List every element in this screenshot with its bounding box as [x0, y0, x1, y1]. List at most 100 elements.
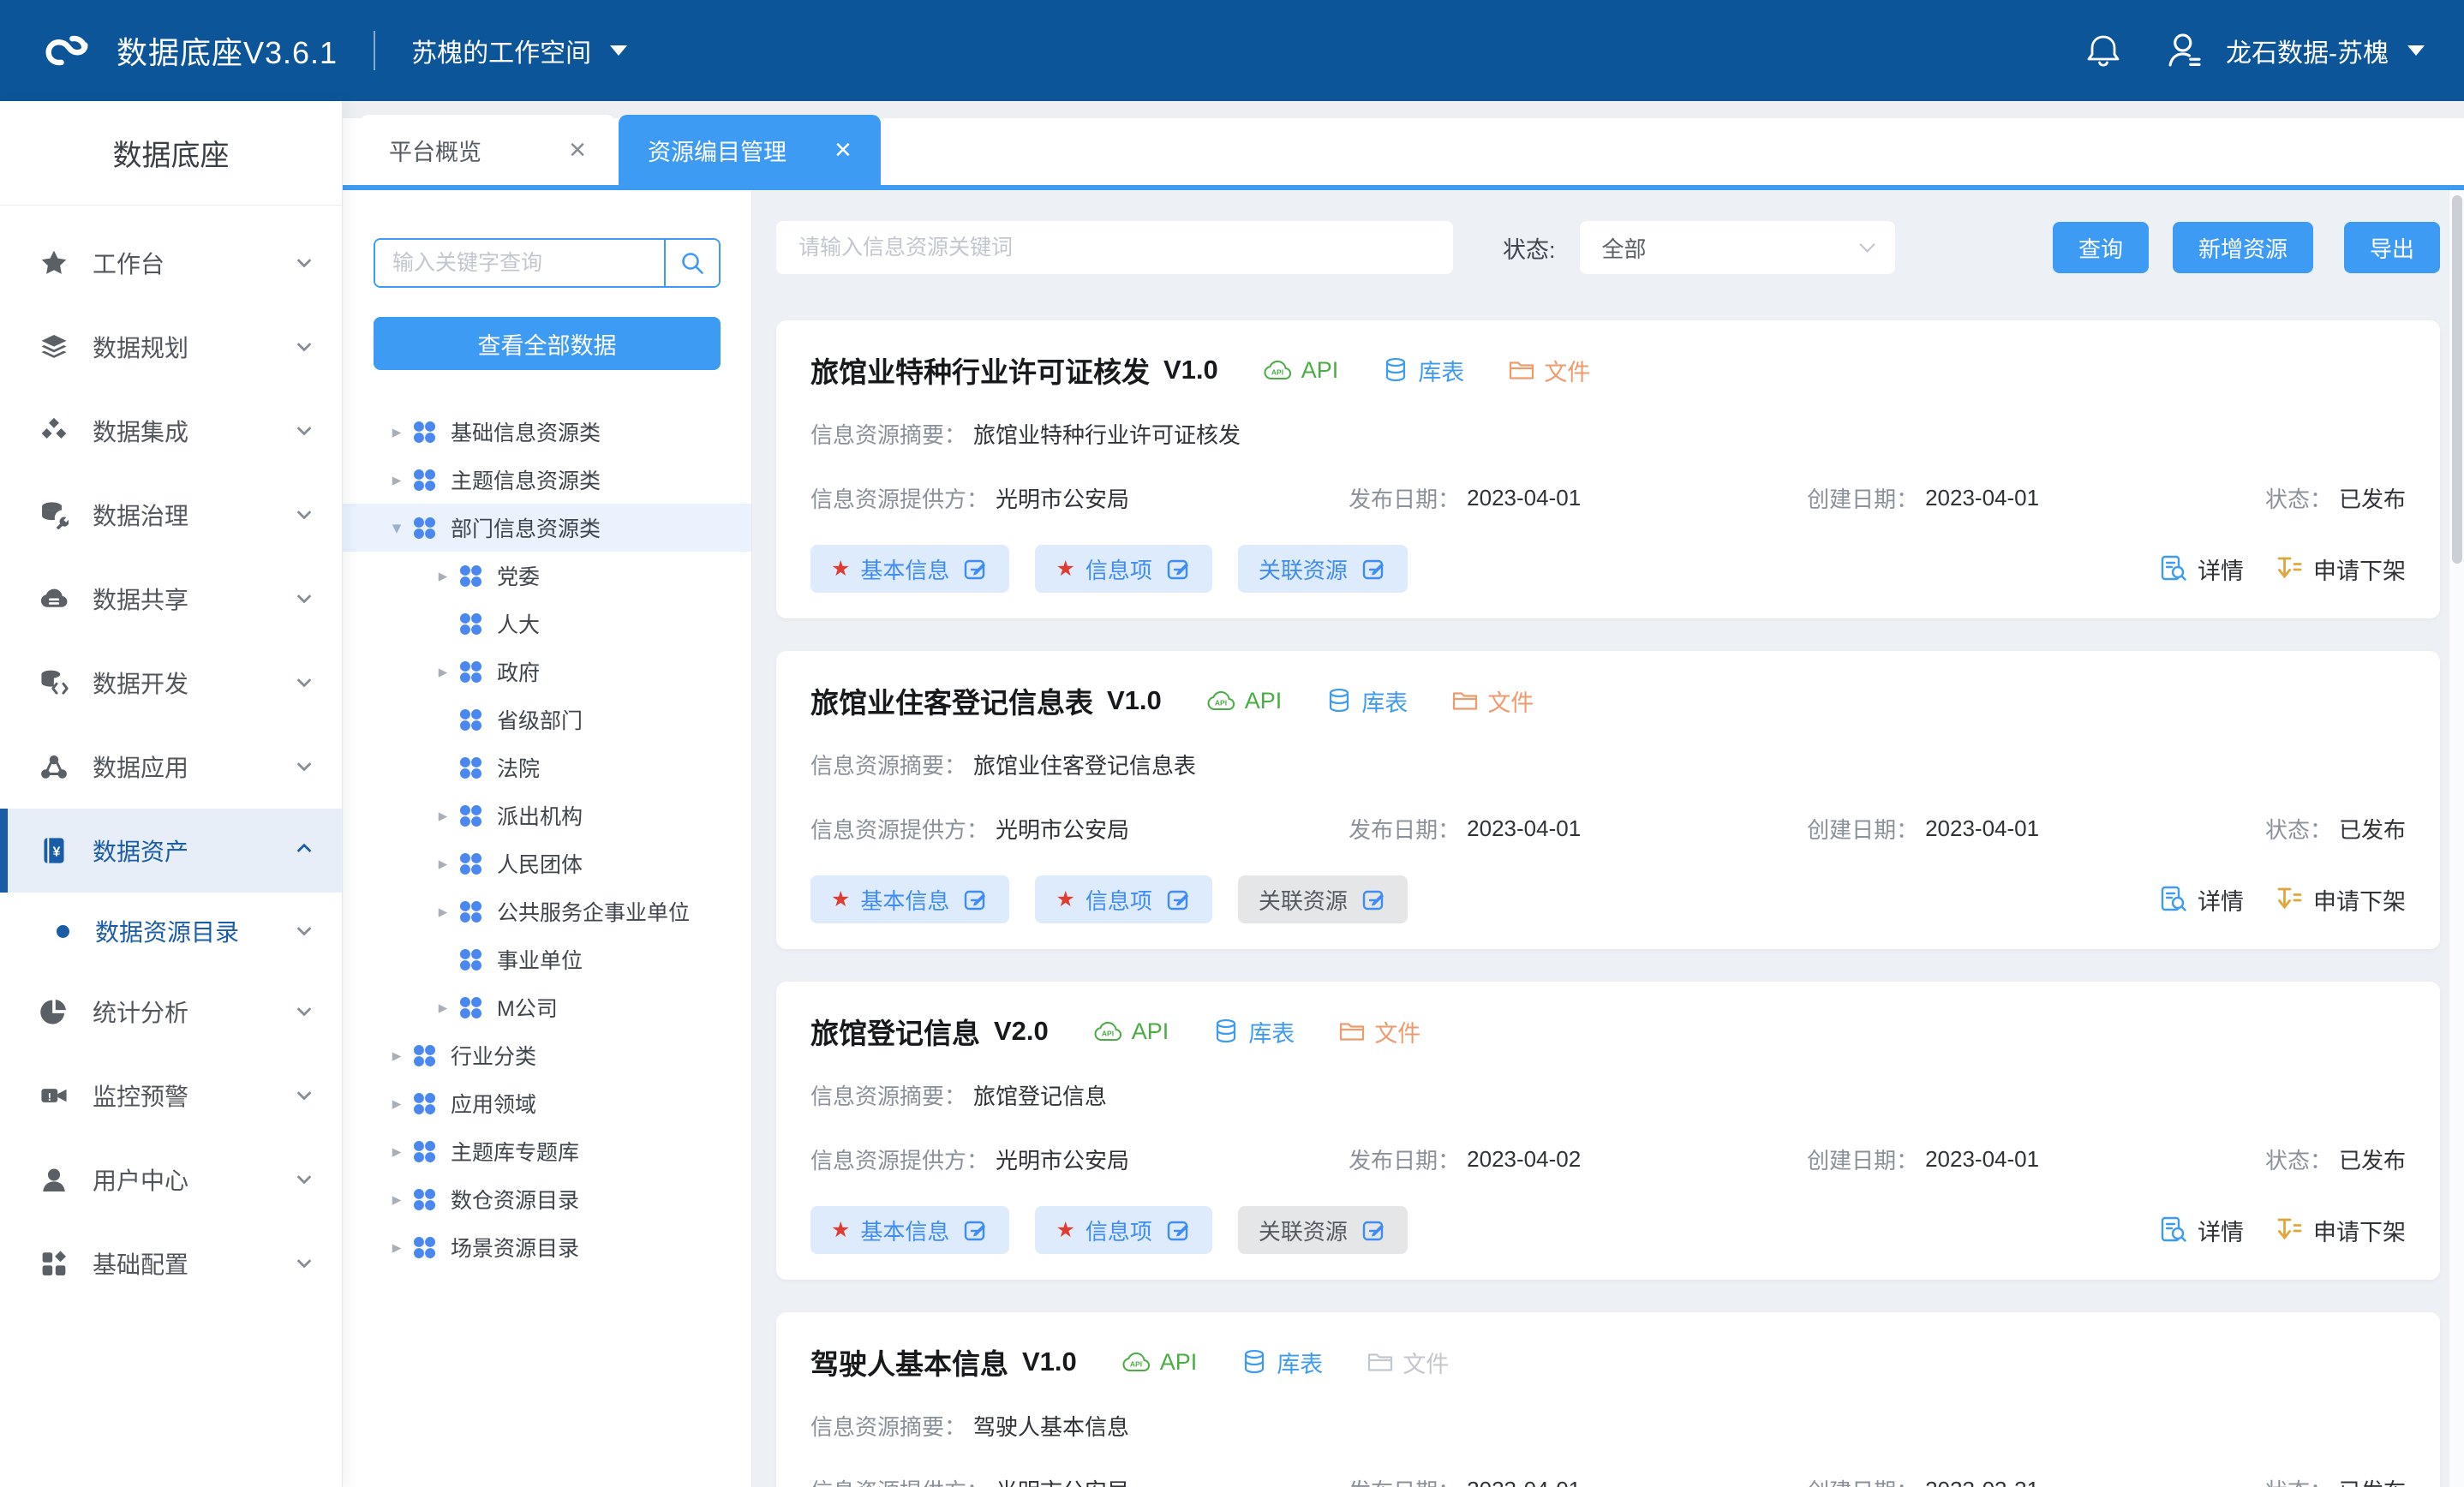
sidebar-item-data-sharing[interactable]: 数据共享 — [0, 557, 342, 641]
expand-arrow-icon[interactable]: ▸ — [382, 1045, 411, 1066]
vertical-scrollbar[interactable] — [2449, 190, 2464, 1487]
user-menu[interactable]: 龙石数据-苏槐 — [2162, 28, 2425, 73]
workspace-name: 苏槐的工作空间 — [411, 32, 591, 69]
tree-node[interactable]: ▸政府 — [343, 648, 751, 696]
expand-arrow-icon[interactable]: ▸ — [382, 1141, 411, 1162]
notifications-button[interactable] — [2084, 31, 2123, 70]
expand-arrow-icon[interactable]: ▸ — [382, 469, 411, 491]
basic-info-button[interactable]: ★基本信息 — [810, 1206, 1009, 1254]
info-item-button[interactable]: ★信息项 — [1035, 1206, 1211, 1254]
catalog-tree: ▸基础信息资源类 ▸主题信息资源类 ▾部门信息资源类 ▸党委 人大 ▸政府 省级… — [343, 408, 751, 1271]
expand-arrow-icon[interactable]: ▸ — [428, 805, 458, 827]
sidebar-item-workbench[interactable]: 工作台 — [0, 221, 342, 305]
collapse-arrow-icon[interactable]: ▾ — [382, 517, 411, 539]
sidebar-item-basic-config[interactable]: 基础配置 — [0, 1221, 342, 1305]
sidebar-item-data-integration[interactable]: 数据集成 — [0, 389, 342, 473]
related-resource-button[interactable]: 关联资源 — [1238, 545, 1408, 593]
tree-node[interactable]: ▸场景资源目录 — [343, 1223, 751, 1271]
category-icon — [458, 611, 484, 637]
tree-node-label: 事业单位 — [497, 944, 583, 975]
folder-icon — [1367, 1351, 1393, 1374]
tree-node[interactable]: 省级部门 — [343, 696, 751, 744]
scrollbar-thumb[interactable] — [2452, 195, 2462, 564]
tree-node[interactable]: ▸ 主题库专题库 — [343, 1127, 751, 1175]
sidebar-item-data-resource-catalog[interactable]: 数据资源目录 — [0, 893, 342, 970]
related-resource-button[interactable]: 关联资源 — [1238, 1206, 1408, 1254]
summary-label: 信息资源摘要： — [810, 1079, 966, 1111]
request-offline-link[interactable]: 申请下架 — [2275, 883, 2406, 917]
tree-node-label: 主题库专题库 — [451, 1136, 579, 1167]
expand-arrow-icon[interactable]: ▸ — [382, 1189, 411, 1210]
offline-arrow-icon — [2275, 554, 2304, 583]
edit-icon — [963, 1217, 989, 1243]
tree-node[interactable]: ▸基础信息资源类 — [343, 408, 751, 456]
tree-node[interactable]: ▸派出机构 — [343, 791, 751, 839]
expand-arrow-icon[interactable]: ▸ — [428, 661, 458, 683]
category-icon — [458, 659, 484, 685]
sidebar-item-user-center[interactable]: 用户中心 — [0, 1138, 342, 1221]
tree-node-selected[interactable]: ▾部门信息资源类 — [343, 504, 751, 552]
create-date-value: 2023-04-01 — [1925, 815, 2039, 842]
query-button[interactable]: 查询 — [2053, 222, 2149, 273]
tree-node[interactable]: ▸党委 — [343, 552, 751, 600]
tree-node[interactable]: ▸人民团体 — [343, 839, 751, 887]
tree-search-button[interactable] — [664, 240, 719, 286]
chevron-down-icon — [297, 1086, 312, 1101]
tree-node[interactable]: ▸ 行业分类 — [343, 1031, 751, 1079]
sidebar-item-data-assets[interactable]: ¥ 数据资产 — [0, 809, 342, 893]
info-item-button[interactable]: ★信息项 — [1035, 875, 1211, 923]
expand-arrow-icon[interactable]: ▸ — [428, 853, 458, 875]
tree-node[interactable]: ▸数仓资源目录 — [343, 1175, 751, 1223]
sidebar-item-data-application[interactable]: 数据应用 — [0, 725, 342, 809]
detail-doc-icon — [2159, 554, 2188, 583]
summary-label: 信息资源摘要： — [810, 749, 966, 780]
close-icon[interactable]: × — [569, 135, 586, 164]
info-item-button[interactable]: ★信息项 — [1035, 545, 1211, 593]
asset-book-icon: ¥ — [39, 836, 69, 865]
sidebar-item-data-development[interactable]: 数据开发 — [0, 641, 342, 725]
detail-link[interactable]: 详情 — [2159, 1214, 2244, 1247]
tree-node-label: 行业分类 — [451, 1040, 536, 1071]
chevron-down-icon — [297, 1254, 312, 1269]
request-offline-link[interactable]: 申请下架 — [2275, 1214, 2406, 1247]
detail-link[interactable]: 详情 — [2159, 883, 2244, 917]
tree-node[interactable]: 人大 — [343, 600, 751, 648]
export-button[interactable]: 导出 — [2344, 222, 2440, 273]
tree-node[interactable]: ▸公共服务企事业单位 — [343, 887, 751, 935]
app-title: 数据底座V3.6.1 — [117, 28, 338, 73]
related-resource-button[interactable]: 关联资源 — [1238, 875, 1408, 923]
detail-link[interactable]: 详情 — [2159, 552, 2244, 586]
keyword-input[interactable] — [776, 221, 1453, 274]
add-resource-button[interactable]: 新增资源 — [2173, 222, 2313, 273]
tree-node[interactable]: ▸应用领域 — [343, 1079, 751, 1127]
tree-node[interactable]: ▸M公司 — [343, 983, 751, 1031]
expand-arrow-icon[interactable]: ▸ — [428, 565, 458, 587]
sidebar-item-data-planning[interactable]: 数据规划 — [0, 305, 342, 389]
expand-arrow-icon[interactable]: ▸ — [382, 1093, 411, 1114]
category-icon — [458, 803, 484, 829]
basic-info-button[interactable]: ★基本信息 — [810, 875, 1009, 923]
database-icon — [1383, 356, 1408, 384]
sidebar-item-monitoring[interactable]: ! 监控预警 — [0, 1054, 342, 1138]
folder-icon — [1452, 690, 1478, 713]
tab-platform-overview[interactable]: 平台概览 × — [360, 115, 615, 185]
view-all-data-button[interactable]: 查看全部数据 — [374, 317, 721, 370]
category-icon — [411, 1186, 438, 1213]
expand-arrow-icon[interactable]: ▸ — [428, 901, 458, 923]
tab-resource-catalog-management[interactable]: 资源编目管理 × — [619, 115, 881, 185]
close-icon[interactable]: × — [834, 135, 852, 164]
sidebar-item-statistics[interactable]: 统计分析 — [0, 970, 342, 1054]
tree-node[interactable]: 事业单位 — [343, 935, 751, 983]
basic-info-button[interactable]: ★基本信息 — [810, 545, 1009, 593]
expand-arrow-icon[interactable]: ▸ — [428, 997, 458, 1018]
provider-label: 信息资源提供方： — [810, 482, 989, 514]
expand-arrow-icon[interactable]: ▸ — [382, 421, 411, 443]
workspace-switcher[interactable]: 苏槐的工作空间 — [411, 32, 627, 69]
request-offline-link[interactable]: 申请下架 — [2275, 552, 2406, 586]
sidebar-item-data-governance[interactable]: 数据治理 — [0, 473, 342, 557]
expand-arrow-icon[interactable]: ▸ — [382, 1237, 411, 1258]
tree-node[interactable]: ▸主题信息资源类 — [343, 456, 751, 504]
tree-node[interactable]: 法院 — [343, 744, 751, 791]
tree-search-input[interactable] — [375, 240, 664, 286]
status-select[interactable]: 全部 — [1580, 221, 1895, 274]
